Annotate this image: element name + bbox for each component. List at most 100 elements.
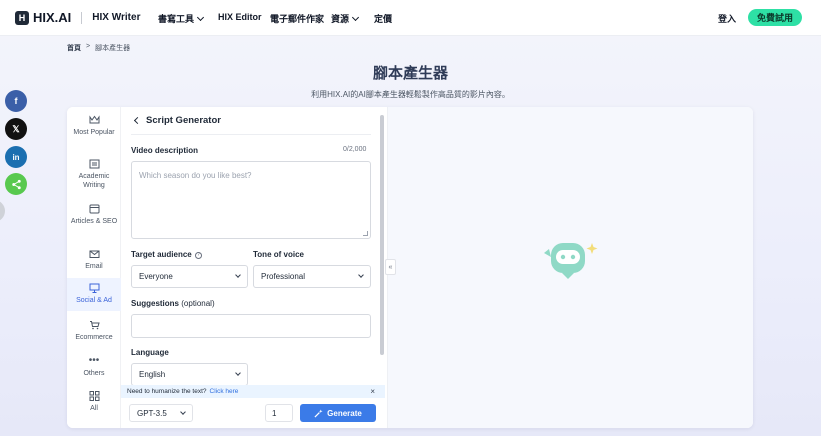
select-value: Professional (261, 272, 306, 281)
select-value: English (139, 370, 166, 379)
video-description-label: Video description (131, 146, 198, 155)
category-others[interactable]: ••• Others (67, 354, 121, 380)
form-header[interactable]: Script Generator (133, 115, 221, 126)
model-select[interactable]: GPT-3.5 (129, 404, 193, 422)
x-share-button[interactable]: 𝕏 (5, 118, 27, 140)
login-link[interactable]: 登入 (718, 12, 736, 25)
optional-label: (optional) (181, 299, 215, 308)
form-title: Script Generator (146, 115, 221, 126)
category-all[interactable]: All (67, 389, 121, 415)
info-icon[interactable]: ? (194, 252, 202, 259)
logo-divider (81, 11, 83, 24)
target-audience-label-text: Target audience (131, 250, 192, 259)
model-value: GPT-3.5 (137, 408, 167, 418)
category-label: Others (83, 370, 105, 377)
magic-wand-icon (314, 408, 323, 418)
category-sidebar: Most Popular Academic Writing Articles &… (67, 107, 121, 428)
category-label: All (90, 405, 98, 412)
generate-bar: GPT-3.5 1 Generate (121, 398, 385, 428)
nav-hix-editor[interactable]: HIX Editor (218, 12, 262, 22)
humanize-notice: Need to humanize the text? Click here × (121, 385, 385, 398)
crown-icon (89, 115, 100, 125)
nav-item-label: 電子郵件作家 (270, 14, 325, 24)
linkedin-share-button[interactable]: in (5, 146, 27, 168)
category-ecommerce[interactable]: Ecommerce (67, 318, 121, 344)
email-icon (89, 249, 100, 259)
breadcrumb-separator: > (86, 43, 91, 50)
output-count-input[interactable]: 1 (265, 404, 293, 422)
divider (131, 134, 371, 135)
form-scrollbar[interactable] (380, 115, 384, 355)
page-title: 腳本產生器 (372, 65, 448, 82)
category-label: Articles & SEO (70, 218, 118, 225)
tone-of-voice-label: Tone of voice (253, 250, 304, 259)
page-subtitle: 利用HIX.AI的AI腳本產生器輕鬆製作高品質的影片內容。 (311, 90, 510, 99)
share-button[interactable] (5, 173, 27, 195)
category-label: Email (85, 263, 103, 270)
output-panel (387, 107, 753, 428)
chevron-down-icon (235, 272, 241, 278)
category-academic-writing[interactable]: Academic Writing (67, 157, 121, 193)
resize-handle-icon[interactable] (363, 231, 368, 236)
top-navbar: H HIX.AI HIX Writer 書寫工具 HIX Editor 電子郵件… (0, 0, 821, 36)
category-social-ad[interactable]: Social & Ad (67, 278, 121, 311)
suggestions-label-text: Suggestions (131, 299, 180, 308)
social-ad-icon (89, 283, 100, 293)
logo-text: HIX.AI (33, 10, 72, 25)
category-label: Academic Writing (78, 173, 110, 189)
robot-mascot-icon (544, 243, 598, 279)
nav-email-writer[interactable]: 電子郵件作家 (270, 12, 324, 25)
script-generator-form: Script Generator Video description 0/2,0… (121, 107, 381, 428)
logo[interactable]: H HIX.AI HIX Writer (15, 10, 140, 25)
click-here-link[interactable]: Click here (210, 388, 239, 395)
category-email[interactable]: Email (67, 247, 121, 273)
suggestions-input[interactable] (131, 314, 371, 338)
chevron-down-icon (235, 370, 241, 376)
nav-resources[interactable]: 資源 (331, 12, 360, 25)
category-label: Most Popular (73, 129, 115, 136)
language-label: Language (131, 348, 169, 357)
nav-item-label: HIX Editor (218, 12, 262, 22)
target-audience-select[interactable]: Everyone (131, 265, 248, 288)
tone-of-voice-select[interactable]: Professional (253, 265, 371, 288)
breadcrumb-current: 腳本產生器 (95, 45, 131, 52)
category-most-popular[interactable]: Most Popular (67, 113, 121, 151)
textarea-placeholder: Which season do you like best? (139, 171, 252, 180)
free-trial-button[interactable]: 免費試用 (748, 9, 802, 26)
more-icon: ••• (88, 355, 100, 366)
category-label: Ecommerce (75, 334, 113, 341)
nav-item-label: 資源 (331, 14, 350, 24)
notice-text: Need to humanize the text? (127, 388, 207, 395)
video-description-input[interactable]: Which season do you like best? (131, 161, 371, 239)
select-value: Everyone (139, 272, 173, 281)
linkedin-icon: in (12, 152, 20, 162)
character-counter: 0/2,000 (343, 146, 367, 153)
cart-icon (89, 320, 100, 330)
side-tab-handle[interactable] (0, 200, 5, 222)
nav-writing-tools[interactable]: 書寫工具 (158, 12, 205, 25)
share-icon (11, 179, 21, 189)
article-icon (89, 204, 100, 214)
breadcrumb-home[interactable]: 首頁 (67, 43, 81, 53)
nav-pricing[interactable]: 定價 (374, 12, 392, 25)
language-select[interactable]: English (131, 363, 248, 386)
category-label: Social & Ad (76, 297, 112, 304)
chevron-down-icon (351, 13, 360, 21)
category-articles-seo[interactable]: Articles & SEO (67, 202, 121, 238)
generate-label: Generate (327, 408, 362, 418)
nav-item-label: 定價 (374, 14, 393, 24)
chevron-down-icon (196, 13, 205, 21)
grid-icon (89, 391, 100, 401)
nav-item-label: 書寫工具 (158, 14, 195, 24)
academic-icon (89, 159, 100, 169)
facebook-share-button[interactable]: f (5, 90, 27, 112)
x-icon: 𝕏 (12, 123, 20, 134)
facebook-icon: f (14, 96, 18, 106)
chevron-down-icon (358, 272, 364, 278)
logo-subtitle: HIX Writer (92, 12, 141, 23)
back-icon[interactable] (133, 116, 142, 125)
generate-button[interactable]: Generate (300, 404, 376, 422)
close-icon[interactable]: × (370, 387, 375, 396)
collapse-panel-button[interactable]: « (385, 259, 396, 275)
target-audience-label: Target audience? (131, 250, 202, 259)
